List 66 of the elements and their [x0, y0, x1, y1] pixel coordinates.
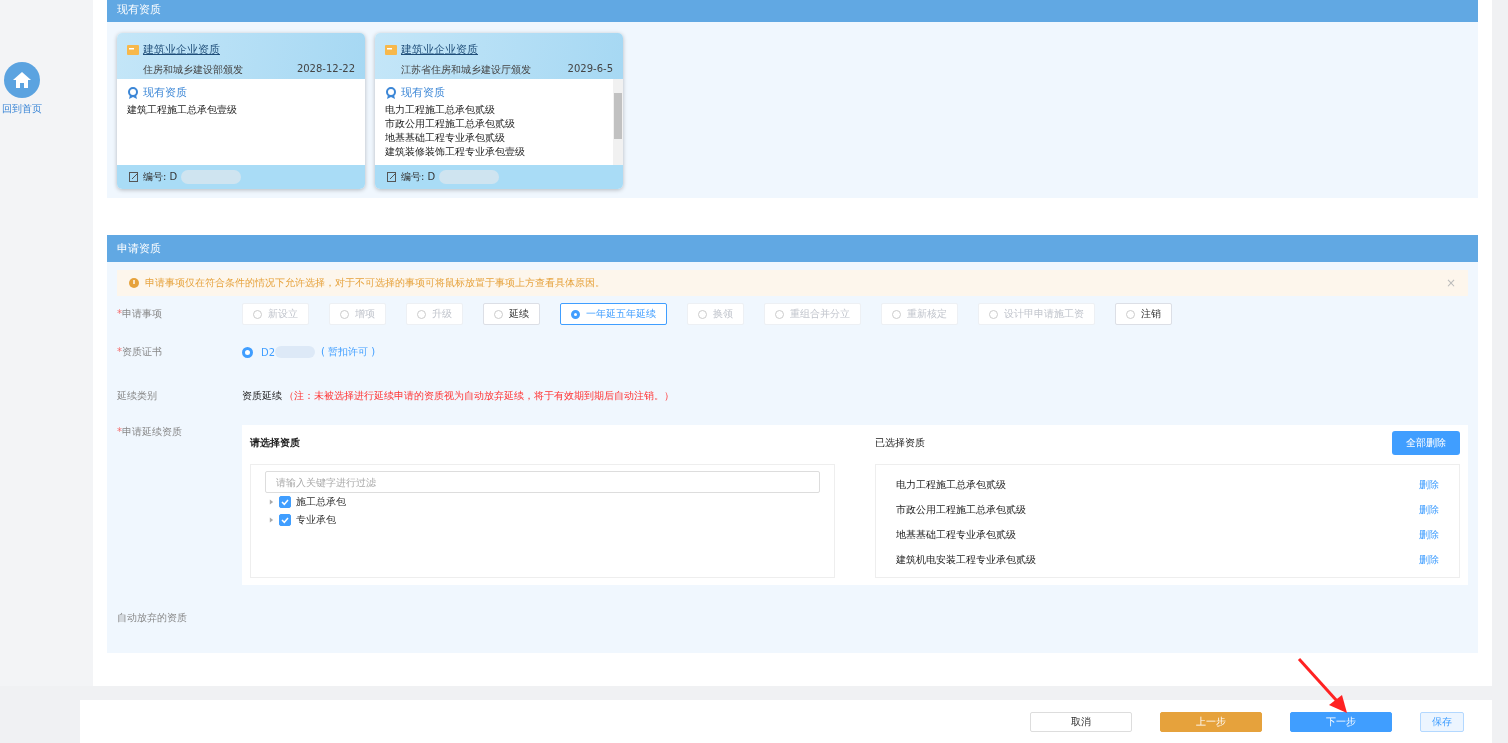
selected-item: 电力工程施工总承包贰级 [896, 477, 1006, 492]
note-text: （注：未被选择进行延续申请的资质视为自动放弃延续，将于有效期到期后自动注销。） [284, 389, 674, 403]
footer-button[interactable]: 上一步 [1160, 711, 1262, 732]
delete-link[interactable]: 删除 [1419, 502, 1439, 517]
redacted-block [439, 170, 500, 184]
radio-option[interactable]: 延续 [483, 303, 540, 325]
alert-text: 申请事项仅在符合条件的情况下允许选择，对于不可选择的事项可将鼠标放置于事项上方查看具体原因。 [145, 276, 606, 290]
tree-item[interactable]: 施工总承包 [296, 495, 346, 509]
date-text: 2028-12-22 [296, 63, 355, 76]
card-title[interactable]: 建筑业企业资质 [401, 42, 478, 57]
field-label: 自动放弃的资质 [117, 611, 188, 625]
section-header: 申请资质 [107, 235, 1478, 262]
field-label: *申请延续资质 [117, 425, 183, 439]
field-label: 延续类别 [117, 389, 158, 403]
checkbox[interactable] [279, 514, 291, 526]
caret-icon[interactable] [269, 499, 274, 505]
close-icon[interactable]: × [1445, 276, 1456, 290]
section-header: 现有资质 [107, 0, 1478, 22]
tree-item[interactable]: 专业承包 [296, 513, 336, 527]
selected-item: 地基基础工程专业承包贰级 [896, 527, 1016, 542]
radio-option[interactable]: 注销 [1115, 303, 1172, 325]
checkbox[interactable] [279, 496, 291, 508]
field-label: *资质证书 [117, 345, 163, 359]
qualification-text: 建筑工程施工总承包壹级 [127, 103, 238, 117]
card-heading: 现有资质 [401, 85, 445, 100]
selected-item: 市政公用工程施工总承包贰级 [896, 502, 1026, 517]
qualification-text: 市政公用工程施工总承包贰级 [385, 117, 516, 131]
filter-input[interactable]: 请输入关键字进行过滤 [265, 471, 820, 493]
edit-icon [129, 172, 139, 182]
selected-item: 建筑机电安装工程专业承包贰级 [896, 552, 1036, 567]
panel-title: 已选择资质 [875, 436, 925, 450]
delete-all-button[interactable]: 全部删除 [1392, 431, 1460, 455]
redacted-block [181, 170, 242, 184]
date-text: 2029-6-5 [567, 63, 613, 76]
number-text: 编号: D [143, 170, 178, 184]
issuer-text: 住房和城乡建设部颁发 [143, 63, 243, 77]
delete-link[interactable]: 删除 [1419, 552, 1439, 567]
home-icon[interactable] [4, 62, 40, 98]
edit-icon [387, 172, 397, 182]
category-value: 资质延续 [242, 389, 282, 403]
delete-link[interactable]: 删除 [1419, 477, 1439, 492]
card-heading: 现有资质 [143, 85, 187, 100]
certificate-number: D2 [261, 346, 276, 358]
qualification-text: 建筑装修装饰工程专业承包壹级 [385, 145, 526, 159]
badge-icon [127, 86, 139, 99]
qualification-text: 地基基础工程专业承包贰级 [385, 131, 506, 145]
home-link[interactable]: 回到首页 [2, 102, 42, 116]
field-label: *申请事项 [117, 307, 163, 321]
radio-option[interactable]: 一年延五年延续 [560, 303, 667, 325]
issuer-text: 江苏省住房和城乡建设厅颁发 [401, 63, 531, 77]
footer-button[interactable]: 取消 [1030, 711, 1132, 732]
scrollbar[interactable] [613, 79, 623, 165]
delete-link[interactable]: 删除 [1419, 527, 1439, 542]
certificate-icon [127, 44, 139, 55]
panel-title: 请选择资质 [250, 436, 301, 450]
number-text: 编号: D [401, 170, 436, 184]
footer-button[interactable]: 保存 [1420, 711, 1464, 732]
footer-button[interactable]: 下一步 [1290, 711, 1392, 732]
card-title[interactable]: 建筑业企业资质 [143, 42, 220, 57]
radio-button[interactable] [242, 346, 253, 358]
certificate-status: ( 暂扣许可 ) [321, 345, 376, 359]
badge-icon [385, 86, 397, 99]
info-icon [129, 278, 139, 288]
qualification-text: 电力工程施工总承包贰级 [385, 103, 496, 117]
certificate-icon [385, 44, 397, 55]
caret-icon[interactable] [269, 517, 274, 523]
